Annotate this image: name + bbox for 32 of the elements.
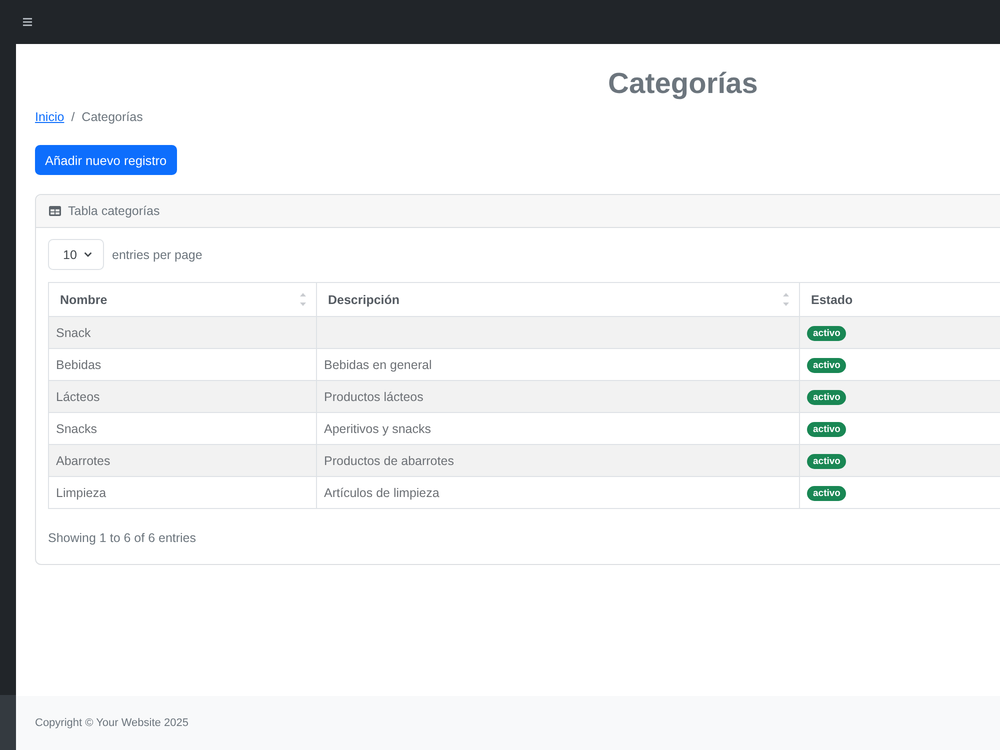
sidebar-footer xyxy=(0,695,16,750)
sort-icon xyxy=(300,293,306,306)
status-badge: activo xyxy=(807,486,846,500)
menu-button[interactable] xyxy=(21,16,34,28)
table-cell: Artículos de limpieza xyxy=(316,476,800,508)
table-cell: Limpieza xyxy=(48,476,316,508)
chevron-down-icon xyxy=(84,252,92,257)
table-cell: Abarrotes xyxy=(48,444,316,476)
sort-icon xyxy=(783,293,789,306)
breadcrumb-separator: / xyxy=(71,109,75,126)
table-icon xyxy=(49,206,61,216)
column-header[interactable]: Nombre xyxy=(48,282,316,316)
table-cell: Productos lácteos xyxy=(316,380,800,412)
table-cell: Lácteos xyxy=(48,380,316,412)
copyright-text: Copyright © Your Website 2025 xyxy=(35,717,188,729)
status-badge: activo xyxy=(807,358,846,372)
page-size-label: entries per page xyxy=(112,248,202,262)
table-info: Showing 1 to 6 of 6 entries xyxy=(48,530,198,547)
status-badge: activo xyxy=(807,390,846,404)
add-record-button[interactable]: Añadir nuevo registro xyxy=(35,145,177,175)
status-badge: activo xyxy=(807,454,846,468)
page-size-select[interactable]: 10 xyxy=(48,239,104,270)
card-title: Tabla categorías xyxy=(68,204,160,218)
status-badge: activo xyxy=(807,422,846,436)
table-cell: Productos de abarrotes xyxy=(316,444,800,476)
page-title: Categorías xyxy=(607,67,759,102)
column-header[interactable]: Descripción xyxy=(316,282,800,316)
breadcrumb-link[interactable]: Inicio xyxy=(35,107,64,127)
menu-icon xyxy=(23,18,32,26)
table-cell: Snack xyxy=(48,316,316,348)
breadcrumb-current: Categorías xyxy=(82,109,143,126)
status-badge: activo xyxy=(807,326,846,340)
